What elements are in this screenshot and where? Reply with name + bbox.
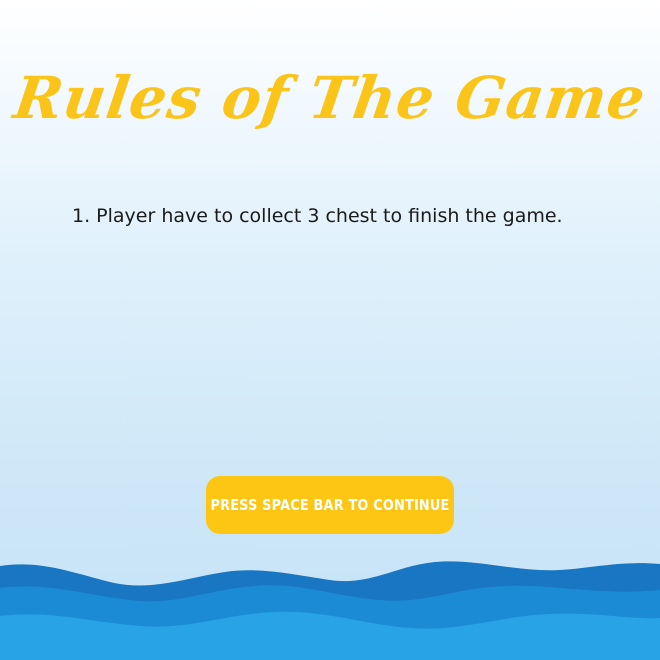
rules-list: 1. Player have to collect 3 chest to fin… (72, 202, 632, 230)
rule-item: 1. Player have to collect 3 chest to fin… (72, 205, 563, 227)
page-title: Rules of The Game (9, 64, 651, 132)
rules-screen: Rules of The Game 1. Player have to coll… (0, 0, 660, 660)
continue-button-label: PRESS SPACE BAR TO CONTINUE (210, 496, 450, 514)
ocean-waves (0, 561, 660, 660)
continue-button[interactable]: PRESS SPACE BAR TO CONTINUE (206, 476, 454, 534)
